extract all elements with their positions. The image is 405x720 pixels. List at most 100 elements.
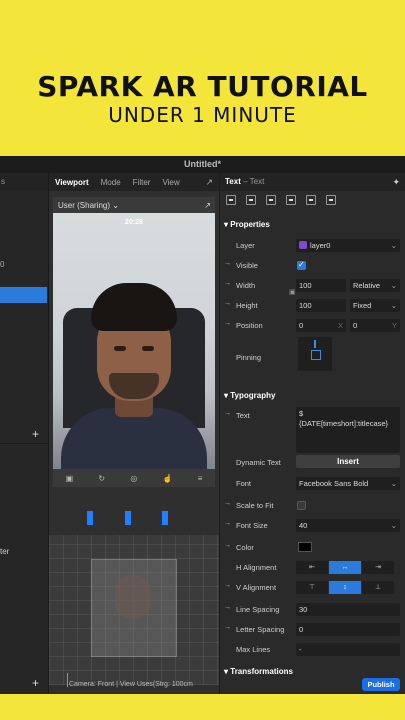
- width-mode-select[interactable]: Relative ⌄: [350, 279, 400, 292]
- camera-person-eye: [142, 346, 154, 351]
- color-swatch[interactable]: [298, 542, 312, 552]
- layer-value: layer0: [310, 241, 331, 250]
- pinning-widget[interactable]: [298, 337, 332, 371]
- height-mode-value: Fixed: [353, 301, 372, 310]
- h-align-right-icon[interactable]: ⇥: [362, 561, 394, 574]
- chevron-down-icon: ⌄: [390, 281, 397, 290]
- section-title: Typography: [230, 391, 276, 400]
- insert-button[interactable]: Insert: [296, 455, 400, 468]
- h-align-left-icon[interactable]: ⇤: [296, 561, 328, 574]
- align-top-icon[interactable]: [286, 195, 296, 205]
- text-input[interactable]: $ {DATE[timeshort]:titlecase}: [296, 407, 400, 453]
- gizmo-handle[interactable]: [87, 511, 93, 525]
- lock-icon[interactable]: ▣: [289, 288, 296, 296]
- h-alignment-label: H Alignment: [236, 563, 277, 572]
- layer-label: Layer: [236, 241, 255, 250]
- v-align-bottom-icon[interactable]: ⊥: [362, 581, 394, 594]
- touch-icon[interactable]: ☝: [163, 474, 173, 483]
- selected-scene-item[interactable]: [0, 287, 47, 303]
- keyframe-arrow-icon[interactable]: →: [224, 300, 231, 307]
- max-lines-input[interactable]: -: [296, 643, 400, 656]
- visible-checkbox[interactable]: [297, 260, 306, 270]
- keyframe-arrow-icon[interactable]: →: [224, 320, 231, 327]
- keyframe-arrow-icon[interactable]: →: [224, 542, 231, 549]
- position-y-input[interactable]: 0Y: [350, 319, 400, 332]
- title-bar: Untitled*: [0, 156, 405, 173]
- width-input[interactable]: 100: [296, 279, 346, 292]
- menu-icon[interactable]: ≡: [198, 474, 203, 483]
- layer-row: Layer layer0 ⌄: [224, 239, 402, 253]
- keyframe-arrow-icon[interactable]: →: [224, 500, 231, 507]
- align-center-icon[interactable]: [246, 195, 256, 205]
- v-align-top-icon[interactable]: ⊤: [296, 581, 328, 594]
- keyframe-arrow-icon[interactable]: →: [224, 624, 231, 631]
- chevron-down-icon: ⌄: [390, 479, 397, 488]
- h-align-center-icon[interactable]: ↔: [329, 561, 361, 574]
- magic-wand-icon[interactable]: ✦: [392, 173, 400, 191]
- tab-filter[interactable]: Filter: [133, 178, 151, 187]
- scale-to-fit-checkbox[interactable]: [297, 501, 306, 510]
- microphone-icon[interactable]: ◎: [130, 474, 137, 483]
- keyframe-arrow-icon[interactable]: →: [224, 260, 231, 267]
- keyframe-arrow-icon[interactable]: →: [224, 280, 231, 287]
- transformations-section[interactable]: ▾ Transformations: [224, 667, 293, 676]
- font-select[interactable]: Facebook Sans Bold ⌄: [296, 477, 400, 490]
- window-title: Untitled*: [184, 159, 221, 169]
- gizmo-handle[interactable]: [162, 511, 168, 525]
- keyframe-arrow-icon[interactable]: →: [224, 520, 231, 527]
- camera-switch-icon[interactable]: ↻: [98, 474, 105, 483]
- visible-row: → Visible: [224, 259, 402, 273]
- line-spacing-row: → Line Spacing 30: [224, 603, 402, 617]
- tab-mode[interactable]: Mode: [101, 178, 121, 187]
- asset-item[interactable]: ter: [0, 547, 9, 556]
- position-x-input[interactable]: 0X: [296, 319, 346, 332]
- font-label: Font: [236, 479, 252, 488]
- keyframe-arrow-icon[interactable]: →: [224, 582, 231, 589]
- device-simulator: 20:28: [53, 213, 215, 471]
- align-middle-icon[interactable]: [306, 195, 316, 205]
- keyframe-arrow-icon[interactable]: →: [224, 604, 231, 611]
- letter-spacing-input[interactable]: 0: [296, 623, 400, 636]
- position-x-value: 0: [299, 321, 304, 330]
- align-bottom-icon[interactable]: [326, 195, 336, 205]
- position-row: → Position 0X 0Y: [224, 319, 402, 333]
- inspector-header: Text – Text ✦: [220, 173, 405, 191]
- publish-button[interactable]: Publish: [362, 678, 400, 691]
- keyframe-arrow-icon[interactable]: →: [224, 410, 231, 417]
- letter-spacing-label: Letter Spacing: [236, 625, 285, 634]
- font-size-row: → Font Size 40 ⌄: [224, 519, 402, 533]
- tab-view[interactable]: View: [162, 178, 179, 187]
- camera-person-eye: [114, 346, 126, 351]
- tutorial-banner: SPARK AR TUTORIAL UNDER 1 MINUTE: [0, 0, 405, 156]
- external-link-icon[interactable]: ↗: [205, 177, 213, 188]
- width-label: Width: [236, 281, 256, 290]
- font-size-value: 40: [299, 521, 308, 530]
- properties-section[interactable]: ▾ Properties: [224, 220, 270, 229]
- height-mode-select[interactable]: Fixed ⌄: [350, 299, 400, 312]
- align-left-icon[interactable]: [226, 195, 236, 205]
- video-icon[interactable]: ▣: [66, 474, 74, 483]
- object-type: – Text: [243, 177, 265, 186]
- scene-3d-view[interactable]: Camera: Front | View Uses(Strg: 100cm: [49, 487, 219, 694]
- tab-viewport[interactable]: Viewport: [55, 178, 89, 187]
- height-row: → Height 100 Fixed ⌄: [224, 299, 402, 313]
- v-align-center-icon[interactable]: ↕: [329, 581, 361, 594]
- letter-spacing-row: → Letter Spacing 0: [224, 623, 402, 637]
- add-asset-icon[interactable]: +: [32, 676, 39, 690]
- color-row: → Color: [224, 541, 402, 555]
- typography-section[interactable]: ▾ Typography: [224, 391, 275, 400]
- scene-panel-header: s: [0, 173, 48, 191]
- font-size-select[interactable]: 40 ⌄: [296, 519, 400, 532]
- scale-to-fit-label: Scale to Fit: [236, 501, 274, 510]
- add-object-icon[interactable]: +: [32, 427, 39, 441]
- gizmo-handle[interactable]: [125, 511, 131, 525]
- camera-plane-face: [115, 575, 151, 619]
- alignment-toolbar: [226, 195, 346, 205]
- layer-select[interactable]: layer0 ⌄: [296, 239, 400, 252]
- scale-to-fit-row: → Scale to Fit: [224, 499, 402, 513]
- line-spacing-input[interactable]: 30: [296, 603, 400, 616]
- axis-indicator: [67, 673, 68, 687]
- align-right-icon[interactable]: [266, 195, 276, 205]
- height-input[interactable]: 100: [296, 299, 346, 312]
- font-size-label: Font Size: [236, 521, 268, 530]
